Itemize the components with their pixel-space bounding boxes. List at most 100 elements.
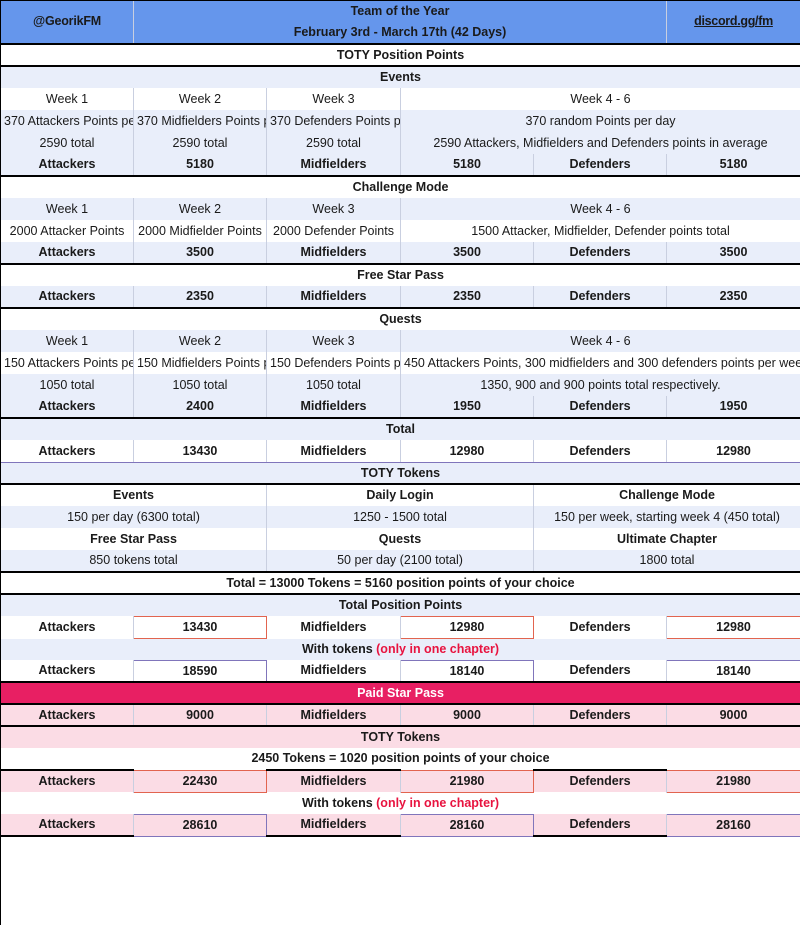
challenge-value-attackers: 3500 [133,242,267,264]
token-label-free-star-pass: Free Star Pass [0,528,267,550]
total-summary-row: Attackers 13430 Midfielders 12980 Defend… [0,440,800,463]
token-value-events: 150 per day (6300 total) [0,506,267,528]
challenge-daily-2: 2000 Midfielder Points [133,220,267,242]
pspb-value-midfielders: 21980 [400,769,534,793]
section-title-quests: Quests [0,307,800,330]
tpp-with-tokens-row: Attackers 18590 Midfielders 18140 Defend… [0,659,800,683]
quests-week-4-6: Week 4 - 6 [399,330,800,352]
pspb-value-attackers: 22430 [133,769,267,793]
psp-with-tokens-heading: With tokens (only in one chapter) [0,792,800,814]
quests-summary-row: Attackers 2400 Midfielders 1950 Defender… [0,396,800,418]
challenge-daily-1: 2000 Attacker Points [0,220,134,242]
free-star-pass-summary-row: Attackers 2350 Midfielders 2350 Defender… [0,286,800,308]
fsp-label-defenders: Defenders [532,286,668,308]
pspb-label-defenders: Defenders [532,769,668,792]
psp-tokens-line-row: 2450 Tokens = 1020 position points of yo… [0,748,800,770]
pspwt-label-attackers: Attackers [0,814,134,837]
events-daily-2: 370 Midfielders Points per day [133,110,267,132]
discord-link[interactable]: discord.gg/fm [666,0,800,44]
total-label-defenders: Defenders [532,440,668,463]
tppwt-label-attackers: Attackers [0,660,134,682]
toty-tokens-labels-row-2: Free Star Pass Quests Ultimate Chapter [0,528,800,550]
psp-with-tokens-note: (only in one chapter) [376,795,500,810]
quests-daily-1: 150 Attackers Points per day [0,352,134,374]
section-title-toty-tokens: TOTY Tokens [0,462,800,484]
psp-label-defenders: Defenders [532,704,668,726]
events-value-defenders: 5180 [666,154,800,176]
quests-daily-3: 150 Defenders Points per day [266,352,401,374]
challenge-week-header: Week 1 Week 2 Week 3 Week 4 - 6 [0,198,800,220]
toty-tokens-title-row: TOTY Tokens [0,462,800,484]
psp-tokens-title-row: TOTY Tokens [0,725,800,748]
events-label-midfielders: Midfielders [266,154,401,176]
section-title-total: Total [0,417,800,440]
quests-value-attackers: 2400 [133,396,267,418]
events-week-2: Week 2 [133,88,267,110]
tppwt-value-midfielders: 18140 [400,659,534,683]
total-title-row: Total [0,417,800,440]
paid-star-pass-title-row: Paid Star Pass [0,681,800,705]
fsp-value-attackers: 2350 [133,286,267,308]
section-title-challenge-mode: Challenge Mode [0,175,800,198]
psp-with-tokens-row: Attackers 28610 Midfielders 28160 Defend… [0,813,800,837]
pspb-label-attackers: Attackers [0,769,134,792]
quests-week-header: Week 1 Week 2 Week 3 Week 4 - 6 [0,330,800,352]
challenge-value-midfielders: 3500 [400,242,534,264]
fsp-label-midfielders: Midfielders [266,286,401,308]
tpp-label-defenders: Defenders [532,616,668,638]
challenge-summary-row: Attackers 3500 Midfielders 3500 Defender… [0,242,800,264]
token-label-events: Events [0,483,267,506]
token-value-daily-login: 1250 - 1500 total [266,506,534,528]
tppwt-label-midfielders: Midfielders [266,660,401,682]
total-position-points-title-row: Total Position Points [0,593,800,616]
tpp-summary-row: Attackers 13430 Midfielders 12980 Defend… [0,615,800,639]
toty-tokens-total-row: Total = 13000 Tokens = 5160 position poi… [0,571,800,594]
main-grid: @GeorikFM Team of the Year discord.gg/fm… [0,0,800,837]
header-row-1: @GeorikFM Team of the Year discord.gg/fm [0,0,800,44]
toty-tokens-labels-row-1: Events Daily Login Challenge Mode [0,483,800,506]
events-daily-3: 370 Defenders Points per day [266,110,401,132]
section-title-events: Events [0,65,800,88]
with-tokens-heading: With tokens (only in one chapter) [0,638,800,660]
psp-value-midfielders: 9000 [400,704,534,726]
tpp-value-defenders: 12980 [666,615,800,639]
quests-total-2: 1050 total [133,374,267,396]
tpp-label-midfielders: Midfielders [266,616,401,638]
quests-label-attackers: Attackers [0,396,134,418]
token-value-quests: 50 per day (2100 total) [266,550,534,572]
header-subtitle: February 3rd - March 17th (42 Days) [132,22,668,44]
challenge-title-row: Challenge Mode [0,175,800,198]
author-handle: @GeorikFM [0,0,134,44]
psp-tokens-title: TOTY Tokens [0,725,800,748]
section-title-paid-star-pass: Paid Star Pass [0,681,800,705]
challenge-label-attackers: Attackers [0,242,134,264]
total-value-midfielders: 12980 [400,440,534,463]
challenge-label-midfielders: Midfielders [266,242,401,264]
events-week-1: Week 1 [0,88,134,110]
pspwt-label-midfielders: Midfielders [266,814,401,837]
tppwt-value-attackers: 18590 [133,659,267,683]
section-title-total-position-points: Total Position Points [0,593,800,616]
challenge-week-2: Week 2 [133,198,267,220]
challenge-value-defenders: 3500 [666,242,800,264]
page-title: TOTY Position Points [0,43,800,66]
quests-daily-row: 150 Attackers Points per day 150 Midfiel… [0,352,800,374]
events-week-4-6: Week 4 - 6 [399,88,800,110]
quests-title-row: Quests [0,307,800,330]
total-label-attackers: Attackers [0,440,134,463]
quests-daily-2: 150 Midfielders Points per day [133,352,267,374]
total-value-attackers: 13430 [133,440,267,463]
events-week-3: Week 3 [266,88,401,110]
tppwt-label-defenders: Defenders [532,660,668,682]
toty-tokens-values-row-2: 850 tokens total 50 per day (2100 total)… [0,550,800,572]
token-label-daily-login: Daily Login [266,483,534,506]
challenge-week-3: Week 3 [266,198,401,220]
token-value-free-star-pass: 850 tokens total [0,550,267,572]
tpp-value-midfielders: 12980 [400,615,534,639]
events-week-header: Week 1 Week 2 Week 3 Week 4 - 6 [0,88,800,110]
events-value-midfielders: 5180 [400,154,534,176]
events-total-3: 2590 total [266,132,401,154]
quests-label-defenders: Defenders [532,396,668,418]
quests-total-4: 1350, 900 and 900 points total respectiv… [399,374,800,396]
challenge-label-defenders: Defenders [532,242,668,264]
